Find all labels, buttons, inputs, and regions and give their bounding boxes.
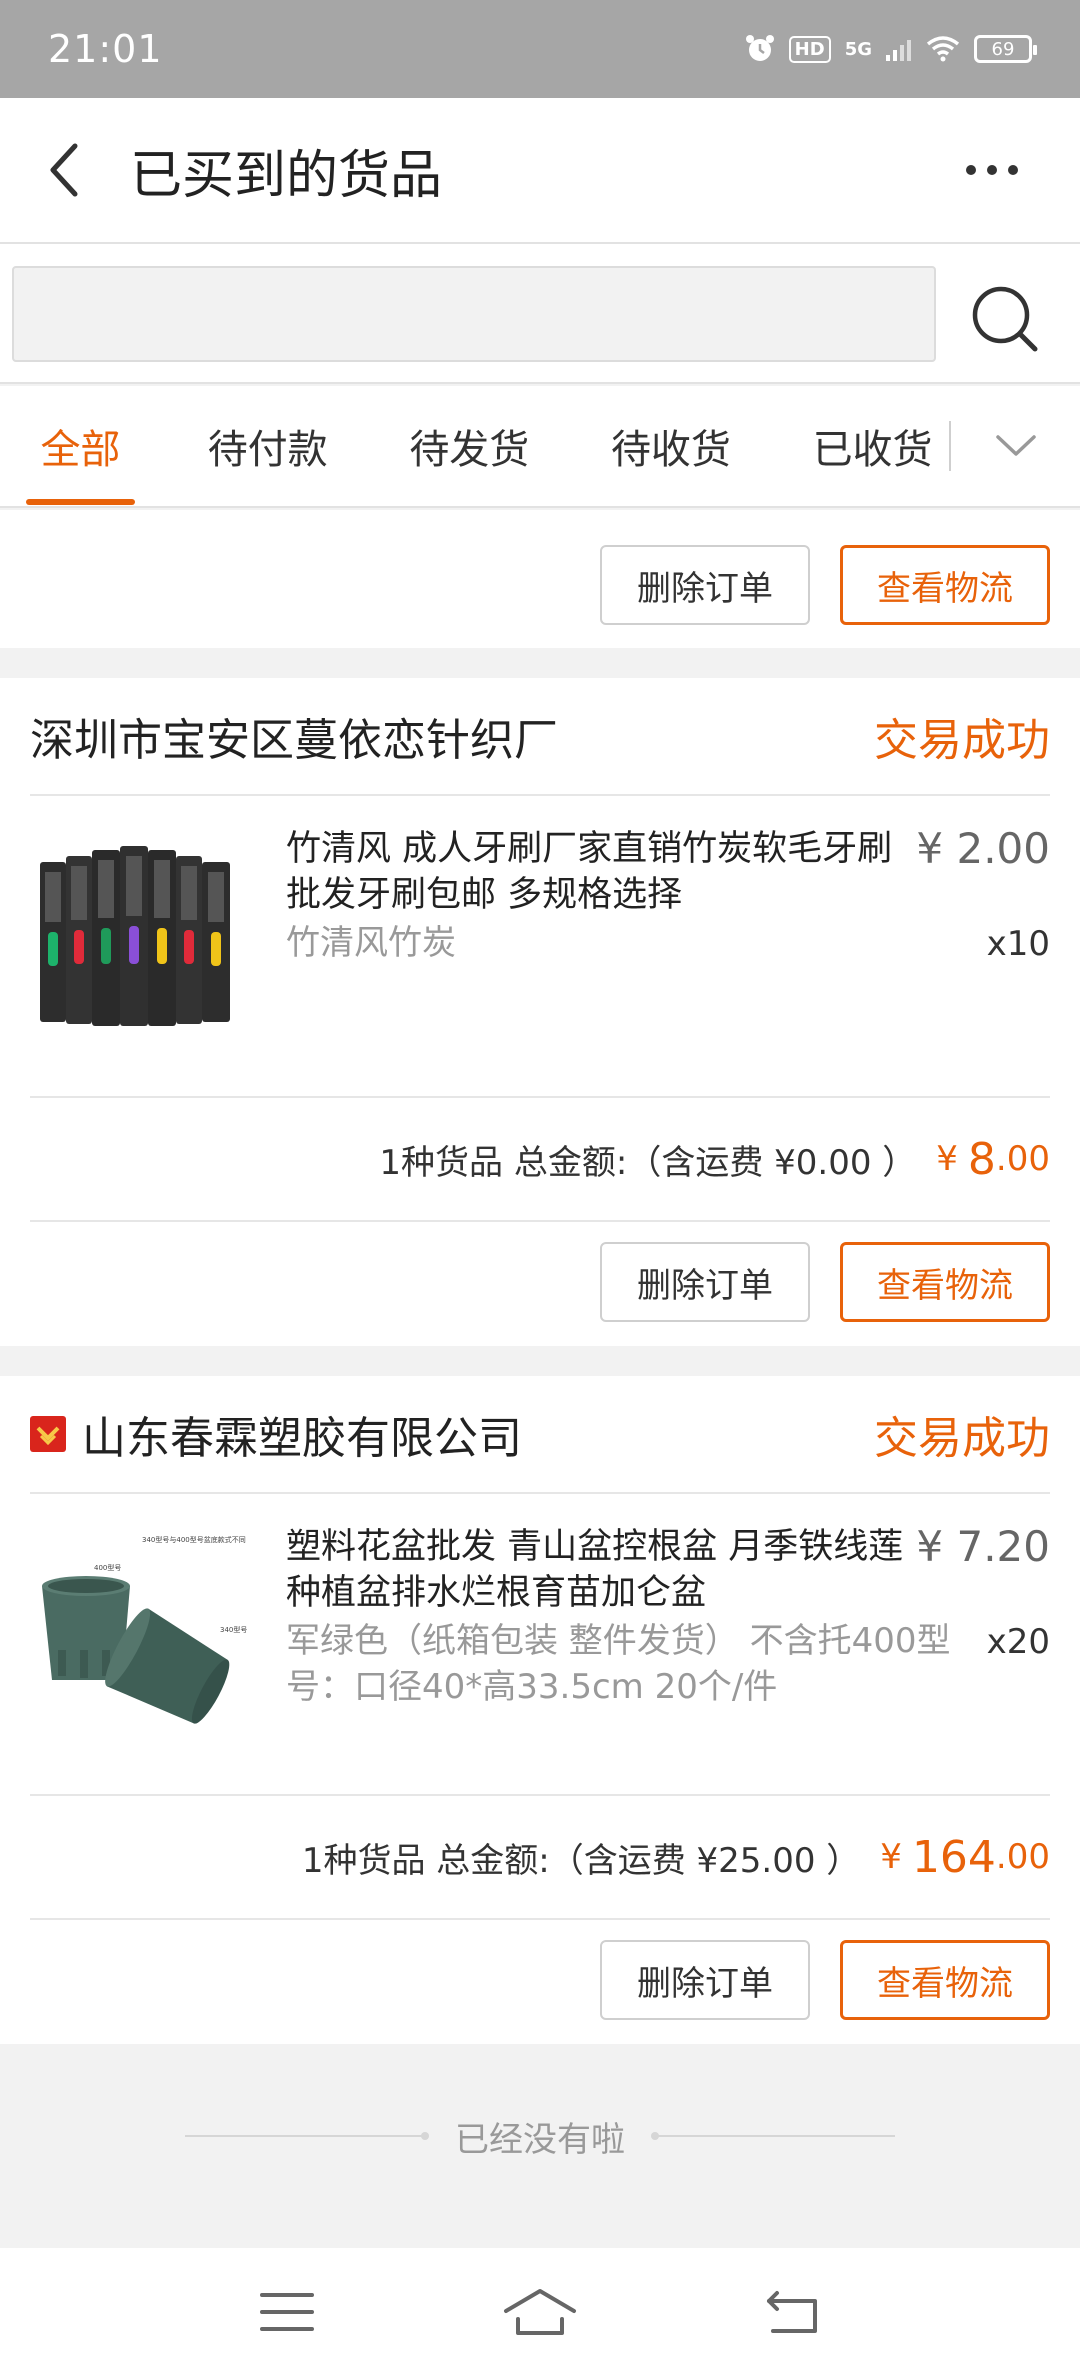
search-bar [0,244,1080,384]
tab-all-label: 全部 [40,427,121,473]
divider-line [185,2132,429,2140]
tab-pending-shipment-label: 待发货 [409,427,530,473]
nav-back-button[interactable] [738,2262,848,2362]
order-actions: 删除订单 查看物流 [0,1222,1080,1342]
order-total: 1种货品 总金额:（含运费 ¥0.00 ） ¥ 8 .00 [30,1098,1050,1222]
hd-badge: HD [788,35,831,63]
order-actions: 删除订单 查看物流 [0,510,1080,660]
order-item[interactable]: 340型号与400型号盆底款式不同 400型号 340型号 塑料花盆批发 青山盆… [30,1494,1050,1796]
order-total-integer: 8 [967,1133,996,1185]
order-card: 山东春霖塑胶有限公司 交易成功 340型号与400型号盆底款式不同 400型号 … [0,1376,1080,2044]
divider-line [651,2132,895,2140]
image-caption-text: 340型号与400型号盆底款式不同 [142,1535,246,1544]
view-logistics-button[interactable]: 查看物流 [840,545,1050,625]
more-button[interactable] [952,130,1032,210]
tab-pending-payment[interactable]: 待付款 [201,385,335,507]
toothbrush-product-image [30,832,250,1052]
order-total-currency: ¥ [880,1837,902,1877]
item-title: 竹清风 成人牙刷厂家直销竹炭软毛牙刷批发牙刷包邮 多规格选择 [286,829,893,915]
back-return-icon [767,2291,818,2333]
delete-order-button[interactable]: 删除订单 [600,1940,810,2020]
status-icons: HD 5G 69 [745,34,1037,64]
item-price: ¥ 2.00 [916,824,1050,873]
search-button[interactable] [960,274,1050,364]
order-card: 深圳市宝安区蔓依恋针织厂 交易成功 竹清风 成人牙刷厂家直销竹炭软毛牙刷批发牙刷… [0,678,1080,1346]
image-size-label: 400型号 [94,1563,121,1572]
nav-home-button[interactable] [485,2262,595,2362]
item-price: ¥ 7.20 [916,1522,1050,1571]
order-tabs: 全部 待付款 待发货 待收货 已收货 [0,386,1080,508]
order-total: 1种货品 总金额:（含运费 ¥25.00 ） ¥ 164 .00 [30,1796,1050,1920]
alarm-icon [745,35,774,61]
tab-pending-receipt-label: 待收货 [610,427,731,473]
tab-pending-payment-label: 待付款 [207,427,328,473]
tab-received[interactable]: 已收货 [806,385,940,507]
order-total-integer: 164 [911,1831,996,1883]
end-message: 已经没有啦 [455,2119,625,2160]
view-logistics-button[interactable]: 查看物流 [840,1940,1050,2020]
delete-order-button[interactable]: 删除订单 [600,1242,810,1322]
search-icon [972,286,1038,352]
order-total-decimal: .00 [995,1139,1050,1179]
end-of-list: 已经没有啦 [0,2086,1080,2186]
tab-received-label: 已收货 [812,427,933,473]
order-status: 交易成功 [874,715,1050,766]
search-input[interactable] [12,266,936,362]
item-quantity: x10 [986,924,1050,964]
delete-order-button[interactable]: 删除订单 [600,545,810,625]
order-total-label: 1种货品 总金额:（含运费 ¥0.00 ） [379,1142,917,1183]
wifi-icon [926,36,960,62]
back-button[interactable] [0,97,130,243]
order-total-currency: ¥ [936,1139,958,1179]
system-nav-bar [0,2248,1080,2376]
signal-bars-icon [886,40,911,61]
item-spec: 军绿色（纸箱包装 整件发货） 不含托400型号：口径40*高33.5cm 20个… [286,1621,951,1707]
item-quantity: x20 [986,1622,1050,1662]
battery-icon: 69 [974,35,1037,63]
nav-menu-button[interactable] [232,2262,342,2362]
flower-pot-product-image: 340型号与400型号盆底款式不同 400型号 340型号 [30,1530,256,1756]
order-actions: 删除订单 查看物流 [0,1920,1080,2040]
chevron-down-icon [995,435,1036,456]
more-dots-icon [966,165,1018,175]
chevron-left-icon [50,143,78,197]
order-total-label: 1种货品 总金额:（含运费 ¥25.00 ） [301,1840,861,1881]
order-status: 交易成功 [874,1413,1050,1464]
order-card-previous: 删除订单 查看物流 [0,510,1080,648]
order-total-decimal: .00 [995,1837,1050,1877]
home-icon [503,2289,576,2335]
view-logistics-button[interactable]: 查看物流 [840,1242,1050,1322]
item-spec: 竹清风竹炭 [286,923,456,963]
menu-icon [259,2293,314,2331]
shop-name: 山东春霖塑胶有限公司 [82,1413,522,1464]
shop-header[interactable]: 深圳市宝安区蔓依恋针织厂 交易成功 [30,678,1050,796]
status-bar: 21:01 HD 5G 69 [0,0,1080,98]
tab-pending-receipt[interactable]: 待收货 [604,385,738,507]
item-title: 塑料花盆批发 青山盆控根盆 月季铁线莲种植盆排水烂根育苗加仑盆 [286,1527,904,1613]
signal-5g-label: 5G [844,38,872,60]
shop-logo-icon [30,1416,66,1452]
shop-name: 深圳市宝安区蔓依恋针织厂 [30,715,558,766]
tab-more-button[interactable] [951,385,1080,507]
shop-header[interactable]: 山东春霖塑胶有限公司 交易成功 [30,1376,1050,1494]
image-size-label: 340型号 [220,1625,247,1634]
page-title: 已买到的货品 [130,145,443,206]
tab-all[interactable]: 全部 [26,385,135,507]
tab-pending-shipment[interactable]: 待发货 [403,385,537,507]
order-item[interactable]: 竹清风 成人牙刷厂家直销竹炭软毛牙刷批发牙刷包邮 多规格选择 竹清风竹炭 ¥ 2… [30,796,1050,1098]
header: 已买到的货品 [0,98,1080,244]
status-time: 21:01 [48,27,163,71]
